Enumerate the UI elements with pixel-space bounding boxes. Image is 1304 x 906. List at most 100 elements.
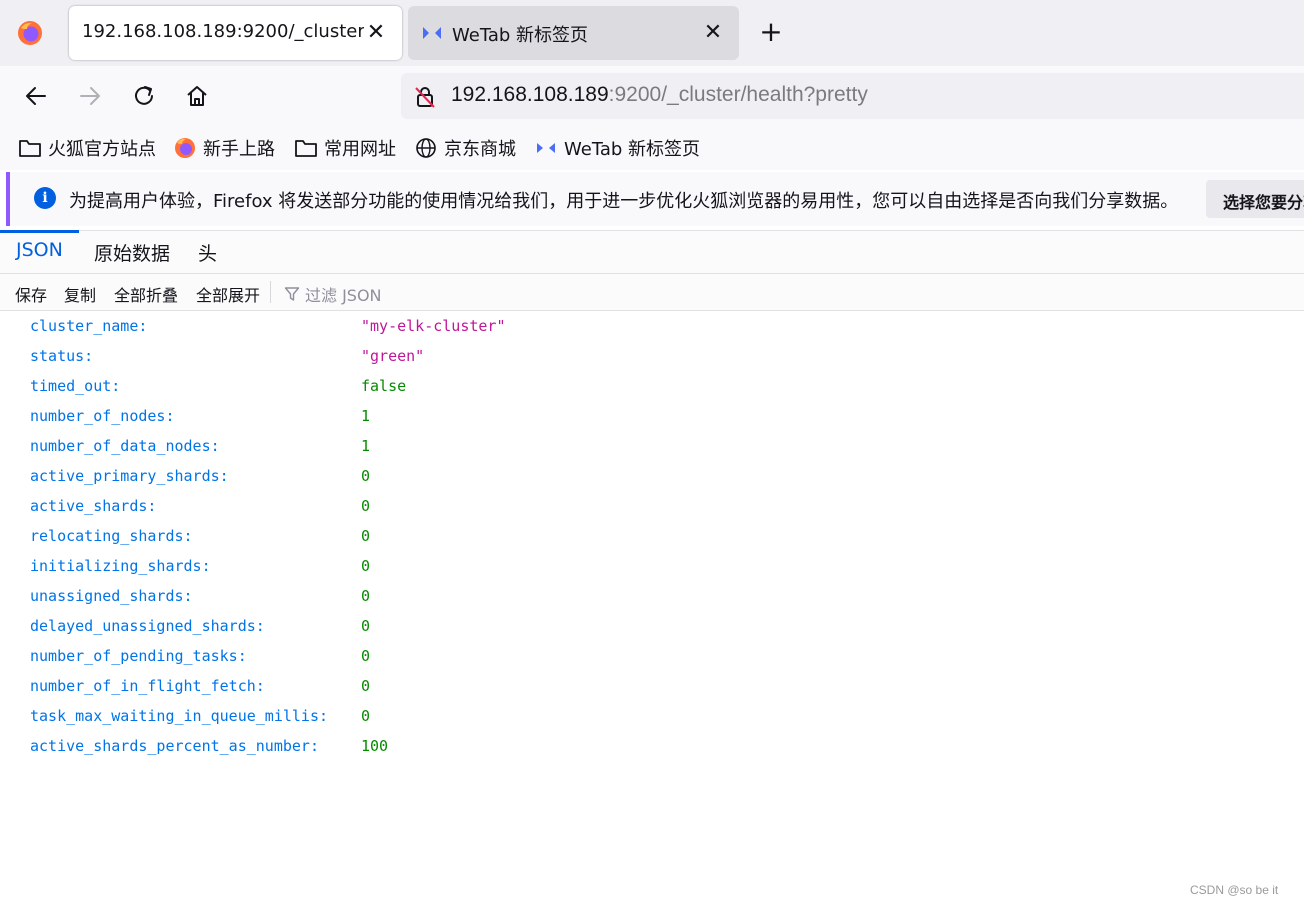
bookmark-common-sites[interactable]: 常用网址	[294, 135, 396, 161]
json-key: number_of_pending_tasks:	[30, 647, 247, 665]
bookmark-getting-started[interactable]: 新手上路	[173, 135, 275, 161]
bookmark-jd[interactable]: 京东商城	[414, 135, 516, 161]
json-key: delayed_unassigned_shards:	[30, 617, 265, 635]
json-row[interactable]: task_max_waiting_in_queue_millis: 0	[0, 701, 1304, 731]
json-row[interactable]: delayed_unassigned_shards: 0	[0, 611, 1304, 641]
json-row[interactable]: number_of_pending_tasks: 0	[0, 641, 1304, 671]
tab-cluster-health[interactable]: 192.168.108.189:9200/_cluster/health?pre…	[69, 6, 402, 60]
json-key: active_shards_percent_as_number:	[30, 737, 319, 755]
reload-button[interactable]	[130, 82, 158, 110]
bookmark-wetab[interactable]: WeTab 新标签页	[534, 135, 700, 161]
toolbar-divider	[270, 281, 271, 303]
json-key: unassigned_shards:	[30, 587, 193, 605]
json-toolbar: 保存 复制 全部折叠 全部展开 过滤 JSON	[0, 274, 1304, 311]
url-path: :9200/_cluster/health?pretty	[608, 83, 868, 106]
json-value: 0	[361, 497, 371, 515]
json-key: number_of_nodes:	[30, 407, 175, 425]
json-value: 0	[361, 557, 371, 575]
bookmark-label: 京东商城	[444, 139, 516, 160]
json-value: 100	[361, 737, 389, 755]
selected-tab-indicator	[0, 230, 79, 233]
json-row[interactable]: cluster_name: "my-elk-cluster"	[0, 311, 1304, 341]
home-icon	[187, 86, 207, 106]
json-key: status:	[30, 347, 94, 365]
folder-icon	[295, 140, 317, 157]
bookmark-label: 新手上路	[203, 139, 275, 160]
telemetry-notification: i 为提高用户体验，Firefox 将发送部分功能的使用情况给我们，用于进一步优…	[6, 172, 1304, 226]
json-row[interactable]: number_of_data_nodes: 1	[0, 431, 1304, 461]
tab-json[interactable]: JSON	[16, 239, 63, 261]
json-row[interactable]: initializing_shards: 0	[0, 551, 1304, 581]
arrow-right-icon	[80, 87, 100, 105]
json-key: active_shards:	[30, 497, 157, 515]
save-button[interactable]: 保存	[15, 282, 47, 306]
json-key: cluster_name:	[30, 317, 148, 335]
close-tab-icon[interactable]: ✕	[364, 20, 388, 45]
tab-strip: 192.168.108.189:9200/_cluster/health?pre…	[0, 0, 1304, 66]
watermark: CSDN @so be it	[1190, 883, 1279, 897]
wetab-icon	[537, 143, 555, 153]
expand-all-button[interactable]: 全部展开	[196, 282, 260, 306]
json-row[interactable]: active_shards_percent_as_number: 100	[0, 731, 1304, 761]
choose-share-button[interactable]: 选择您要分享	[1206, 180, 1304, 218]
json-value: 0	[361, 707, 371, 725]
bookmark-label: WeTab 新标签页	[564, 139, 701, 160]
json-value: 1	[361, 407, 371, 425]
json-key: timed_out:	[30, 377, 121, 395]
json-row[interactable]: unassigned_shards: 0	[0, 581, 1304, 611]
reload-icon	[135, 86, 153, 105]
info-icon: i	[34, 187, 56, 209]
filter-icon	[284, 287, 300, 301]
json-value: 0	[361, 467, 371, 485]
wetab-icon	[423, 27, 441, 39]
filter-json-input[interactable]: 过滤 JSON	[284, 282, 382, 306]
collapse-all-button[interactable]: 全部折叠	[114, 282, 178, 306]
copy-button[interactable]: 复制	[64, 282, 96, 306]
json-value: 0	[361, 677, 371, 695]
bookmark-firefox-official[interactable]: 火狐官方站点	[18, 135, 156, 161]
json-key: initializing_shards:	[30, 557, 211, 575]
firefox-icon	[175, 138, 195, 158]
forward-button[interactable]	[76, 82, 104, 110]
json-value: 0	[361, 587, 371, 605]
json-key: relocating_shards:	[30, 527, 193, 545]
bookmarks-toolbar: 火狐官方站点 新手上路 常用网址 京东商城 WeTab 新标签页	[0, 126, 1304, 170]
back-button[interactable]	[22, 82, 50, 110]
navigation-bar: 192.168.108.189:9200/_cluster/health?pre…	[0, 66, 1304, 126]
insecure-lock-icon[interactable]	[413, 85, 437, 109]
url-text[interactable]: 192.168.108.189:9200/_cluster/health?pre…	[451, 83, 868, 107]
json-row[interactable]: active_shards: 0	[0, 491, 1304, 521]
filter-placeholder: 过滤 JSON	[305, 286, 382, 305]
json-key: active_primary_shards:	[30, 467, 229, 485]
new-tab-button[interactable]: +	[758, 18, 784, 48]
json-value: "my-elk-cluster"	[361, 317, 506, 335]
json-row[interactable]: number_of_nodes: 1	[0, 401, 1304, 431]
tab-title: WeTab 新标签页	[452, 25, 589, 46]
tab-title: 192.168.108.189:9200/_cluster/health?pre…	[82, 21, 364, 42]
viewer-tabs: JSON 原始数据 头	[0, 230, 1304, 274]
globe-icon	[416, 138, 436, 158]
json-value: 1	[361, 437, 371, 455]
json-row[interactable]: number_of_in_flight_fetch: 0	[0, 671, 1304, 701]
url-bar[interactable]: 192.168.108.189:9200/_cluster/health?pre…	[401, 73, 1304, 119]
tab-headers[interactable]: 头	[198, 239, 217, 266]
firefox-menu-icon[interactable]	[17, 20, 43, 46]
bookmark-label: 火狐官方站点	[48, 139, 156, 160]
json-value: 0	[361, 617, 371, 635]
json-value: 0	[361, 647, 371, 665]
close-tab-icon[interactable]: ✕	[701, 20, 725, 45]
bookmark-label: 常用网址	[324, 139, 396, 160]
tab-wetab[interactable]: WeTab 新标签页 ✕	[408, 6, 739, 60]
json-row[interactable]: relocating_shards: 0	[0, 521, 1304, 551]
json-key: number_of_in_flight_fetch:	[30, 677, 265, 695]
json-row[interactable]: active_primary_shards: 0	[0, 461, 1304, 491]
notification-text: 为提高用户体验，Firefox 将发送部分功能的使用情况给我们，用于进一步优化火…	[69, 191, 1179, 212]
json-key: task_max_waiting_in_queue_millis:	[30, 707, 329, 725]
json-key: number_of_data_nodes:	[30, 437, 220, 455]
arrow-left-icon	[26, 87, 46, 105]
json-row[interactable]: timed_out: false	[0, 371, 1304, 401]
tab-raw-data[interactable]: 原始数据	[94, 239, 170, 266]
home-button[interactable]	[183, 82, 211, 110]
json-value: 0	[361, 527, 371, 545]
json-row[interactable]: status: "green"	[0, 341, 1304, 371]
